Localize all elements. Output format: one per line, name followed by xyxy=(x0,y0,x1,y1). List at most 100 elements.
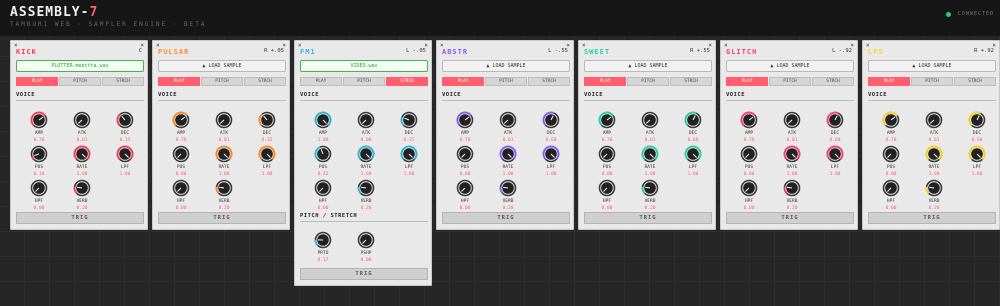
knob[interactable]: VERB 0.20 xyxy=(490,179,526,213)
knob-dial-icon[interactable] xyxy=(357,111,375,129)
knob[interactable]: LPF 1.00 xyxy=(391,145,427,179)
knob-dial-icon[interactable] xyxy=(641,179,659,197)
knob[interactable]: DEC 0.60 xyxy=(675,111,711,145)
knob[interactable]: HPF 0.00 xyxy=(873,179,909,213)
knob[interactable]: HPF 0.00 xyxy=(589,179,625,213)
sample-name[interactable]: VIDEO.wav xyxy=(300,60,428,72)
knob[interactable]: AMP 0.70 xyxy=(21,111,57,145)
knob[interactable]: POS 0.10 xyxy=(21,145,57,179)
knob-dial-icon[interactable] xyxy=(314,145,332,163)
knob[interactable]: LPF 1.00 xyxy=(959,145,995,179)
pan-value[interactable]: L -.55 xyxy=(548,48,568,54)
knob-dial-icon[interactable] xyxy=(456,145,474,163)
knob[interactable]: DEC 0.35 xyxy=(107,111,143,145)
knob[interactable]: ATK 0.01 xyxy=(206,111,242,145)
knob[interactable]: POS 0.00 xyxy=(873,145,909,179)
knob-dial-icon[interactable] xyxy=(783,111,801,129)
knob-dial-icon[interactable] xyxy=(400,111,418,129)
knob[interactable]: AMP 0.70 xyxy=(163,111,199,145)
knob[interactable]: AMP 0.70 xyxy=(589,111,625,145)
knob[interactable]: ATK 0.01 xyxy=(774,111,810,145)
knob[interactable]: RATE 1.00 xyxy=(916,145,952,179)
knob[interactable]: LPF 1.00 xyxy=(533,145,569,179)
knob[interactable]: HPF 0.00 xyxy=(447,179,483,213)
knob-dial-icon[interactable] xyxy=(826,111,844,129)
trigger-button[interactable]: TRIG xyxy=(300,268,428,280)
knob-dial-icon[interactable] xyxy=(73,111,91,129)
load-sample-button[interactable]: ▲ LOAD SAMPLE xyxy=(868,60,996,72)
knob[interactable]: VERB 0.20 xyxy=(632,179,668,213)
mode-strch-button[interactable]: STRCH xyxy=(954,77,996,86)
knob-dial-icon[interactable] xyxy=(73,179,91,197)
knob[interactable]: VERB 0.20 xyxy=(348,179,384,213)
knob[interactable]: AMP 1.00 xyxy=(305,111,341,145)
knob-dial-icon[interactable] xyxy=(400,145,418,163)
knob-dial-icon[interactable] xyxy=(968,111,986,129)
knob-dial-icon[interactable] xyxy=(215,145,233,163)
knob[interactable]: VERB 0.20 xyxy=(774,179,810,213)
knob[interactable]: RATE 1.00 xyxy=(632,145,668,179)
knob-dial-icon[interactable] xyxy=(684,111,702,129)
knob[interactable]: AMP 0.70 xyxy=(731,111,767,145)
trigger-button[interactable]: TRIG xyxy=(442,212,570,224)
knob-dial-icon[interactable] xyxy=(456,111,474,129)
knob[interactable]: RATE 1.00 xyxy=(206,145,242,179)
knob-dial-icon[interactable] xyxy=(542,111,560,129)
knob[interactable]: HPF 0.00 xyxy=(21,179,57,213)
knob[interactable]: RATE 1.00 xyxy=(64,145,100,179)
knob[interactable]: POS 0.00 xyxy=(589,145,625,179)
knob-dial-icon[interactable] xyxy=(357,179,375,197)
load-sample-button[interactable]: ▲ LOAD SAMPLE xyxy=(726,60,854,72)
knob-dial-icon[interactable] xyxy=(598,111,616,129)
knob[interactable]: POS 0.00 xyxy=(447,145,483,179)
mode-strch-button[interactable]: STRCH xyxy=(670,77,712,86)
knob-dial-icon[interactable] xyxy=(542,145,560,163)
knob-dial-icon[interactable] xyxy=(499,145,517,163)
mode-play-button[interactable]: PLAY xyxy=(16,77,58,86)
mode-play-button[interactable]: PLAY xyxy=(158,77,200,86)
mode-play-button[interactable]: PLAY xyxy=(442,77,484,86)
knob-dial-icon[interactable] xyxy=(882,179,900,197)
knob-dial-icon[interactable] xyxy=(172,145,190,163)
knob-dial-icon[interactable] xyxy=(499,179,517,197)
knob-dial-icon[interactable] xyxy=(598,179,616,197)
knob[interactable]: DEC 0.60 xyxy=(959,111,995,145)
knob-dial-icon[interactable] xyxy=(456,179,474,197)
mode-pitch-button[interactable]: PITCH xyxy=(343,77,385,86)
knob-dial-icon[interactable] xyxy=(314,111,332,129)
knob-dial-icon[interactable] xyxy=(925,111,943,129)
knob[interactable]: ATK 0.01 xyxy=(916,111,952,145)
pan-value[interactable]: R +.55 xyxy=(690,48,710,54)
sample-name[interactable]: PLOTTER-meettta.wav xyxy=(16,60,144,72)
mode-pitch-button[interactable]: PITCH xyxy=(485,77,527,86)
load-sample-button[interactable]: ▲ LOAD SAMPLE xyxy=(584,60,712,72)
knob[interactable]: LPF 1.00 xyxy=(817,145,853,179)
knob-dial-icon[interactable] xyxy=(783,179,801,197)
knob-dial-icon[interactable] xyxy=(30,179,48,197)
pan-value[interactable]: R +.92 xyxy=(974,48,994,54)
knob[interactable]: VERB 0.20 xyxy=(206,179,242,213)
knob[interactable]: DEC 0.60 xyxy=(817,111,853,145)
knob-dial-icon[interactable] xyxy=(73,145,91,163)
knob[interactable]: POS 0.00 xyxy=(163,145,199,179)
mode-pitch-button[interactable]: PITCH xyxy=(201,77,243,86)
mode-pitch-button[interactable]: PITCH xyxy=(59,77,101,86)
knob-dial-icon[interactable] xyxy=(925,145,943,163)
mode-play-button[interactable]: PLAY xyxy=(584,77,626,86)
knob[interactable]: DEC 0.25 xyxy=(391,111,427,145)
knob-dial-icon[interactable] xyxy=(116,145,134,163)
knob-dial-icon[interactable] xyxy=(641,111,659,129)
mode-pitch-button[interactable]: PITCH xyxy=(627,77,669,86)
knob-dial-icon[interactable] xyxy=(215,111,233,129)
knob-dial-icon[interactable] xyxy=(215,179,233,197)
knob[interactable]: AMP 0.70 xyxy=(447,111,483,145)
knob[interactable]: LPF 1.00 xyxy=(249,145,285,179)
pan-value[interactable]: L -.05 xyxy=(406,48,426,54)
knob-dial-icon[interactable] xyxy=(314,179,332,197)
knob[interactable]: POS 0.42 xyxy=(305,145,341,179)
knob-dial-icon[interactable] xyxy=(740,145,758,163)
knob[interactable]: LPF 1.00 xyxy=(107,145,143,179)
mode-strch-button[interactable]: STRCH xyxy=(812,77,854,86)
knob[interactable]: ATK 0.01 xyxy=(490,111,526,145)
knob-dial-icon[interactable] xyxy=(968,145,986,163)
